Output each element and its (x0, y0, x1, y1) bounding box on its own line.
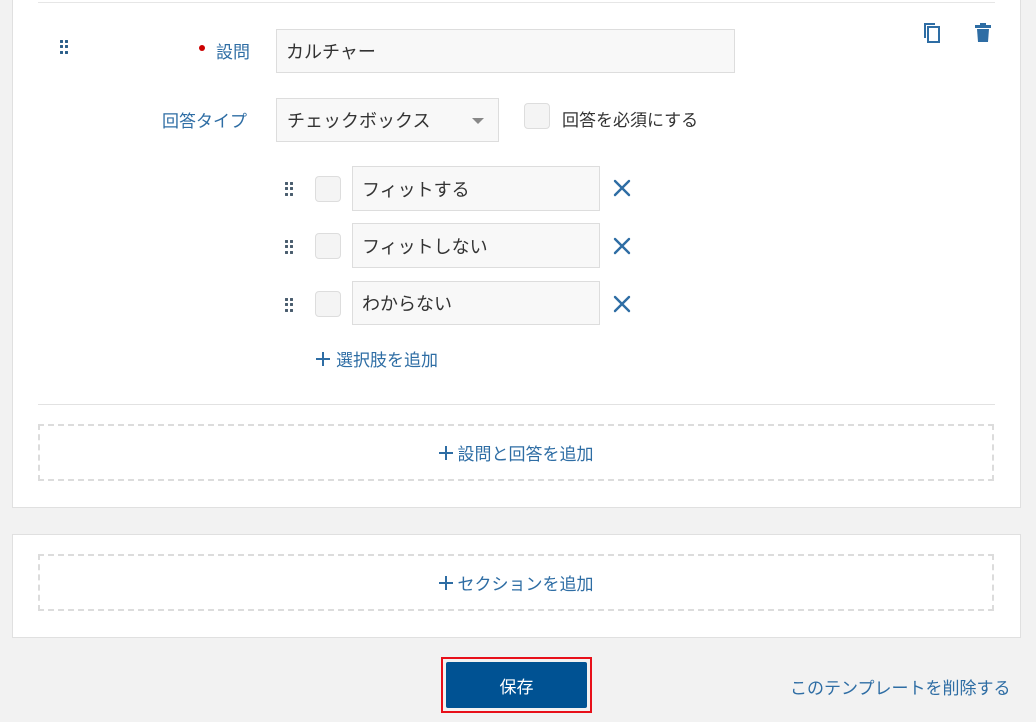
trash-icon[interactable] (975, 23, 991, 42)
required-checkbox[interactable] (524, 103, 550, 129)
add-section-label: セクションを追加 (457, 575, 594, 595)
required-checkbox-label: 回答を必須にする (562, 111, 699, 131)
chevron-down-icon (472, 118, 484, 124)
save-button-highlight: 保存 (441, 657, 592, 713)
plus-icon (438, 575, 453, 590)
top-divider (38, 2, 995, 3)
required-marker (199, 45, 205, 51)
add-question-label: 設問と回答を追加 (457, 445, 594, 465)
question-label: 設問 (216, 43, 250, 63)
option-drag-handle-icon[interactable] (285, 240, 293, 254)
question-drag-handle-icon[interactable] (60, 40, 68, 54)
plus-icon (316, 351, 330, 366)
plus-icon (438, 445, 453, 460)
option-checkbox[interactable] (315, 291, 341, 317)
add-section-button[interactable]: セクションを追加 (38, 554, 994, 611)
option-drag-handle-icon[interactable] (285, 298, 293, 312)
option-input[interactable] (352, 166, 600, 211)
answer-type-value: チェックボックス (287, 111, 431, 132)
remove-option-icon[interactable] (613, 295, 631, 313)
delete-template-link[interactable]: このテンプレートを削除する (790, 674, 1011, 699)
option-input[interactable] (352, 223, 600, 268)
option-checkbox[interactable] (315, 233, 341, 259)
divider (38, 404, 995, 405)
save-button[interactable]: 保存 (446, 662, 587, 708)
answer-type-label: 回答タイプ (162, 112, 247, 132)
option-drag-handle-icon[interactable] (285, 182, 293, 196)
option-input[interactable] (352, 281, 600, 325)
question-input[interactable] (276, 29, 735, 73)
remove-option-icon[interactable] (613, 237, 631, 255)
option-checkbox[interactable] (315, 176, 341, 202)
add-question-button[interactable]: 設問と回答を追加 (38, 424, 994, 481)
copy-icon[interactable] (922, 22, 942, 44)
add-option-link[interactable]: 選択肢を追加 (316, 346, 438, 371)
add-option-label: 選択肢を追加 (336, 351, 438, 371)
answer-type-select[interactable]: チェックボックス (276, 98, 499, 142)
remove-option-icon[interactable] (613, 179, 631, 197)
